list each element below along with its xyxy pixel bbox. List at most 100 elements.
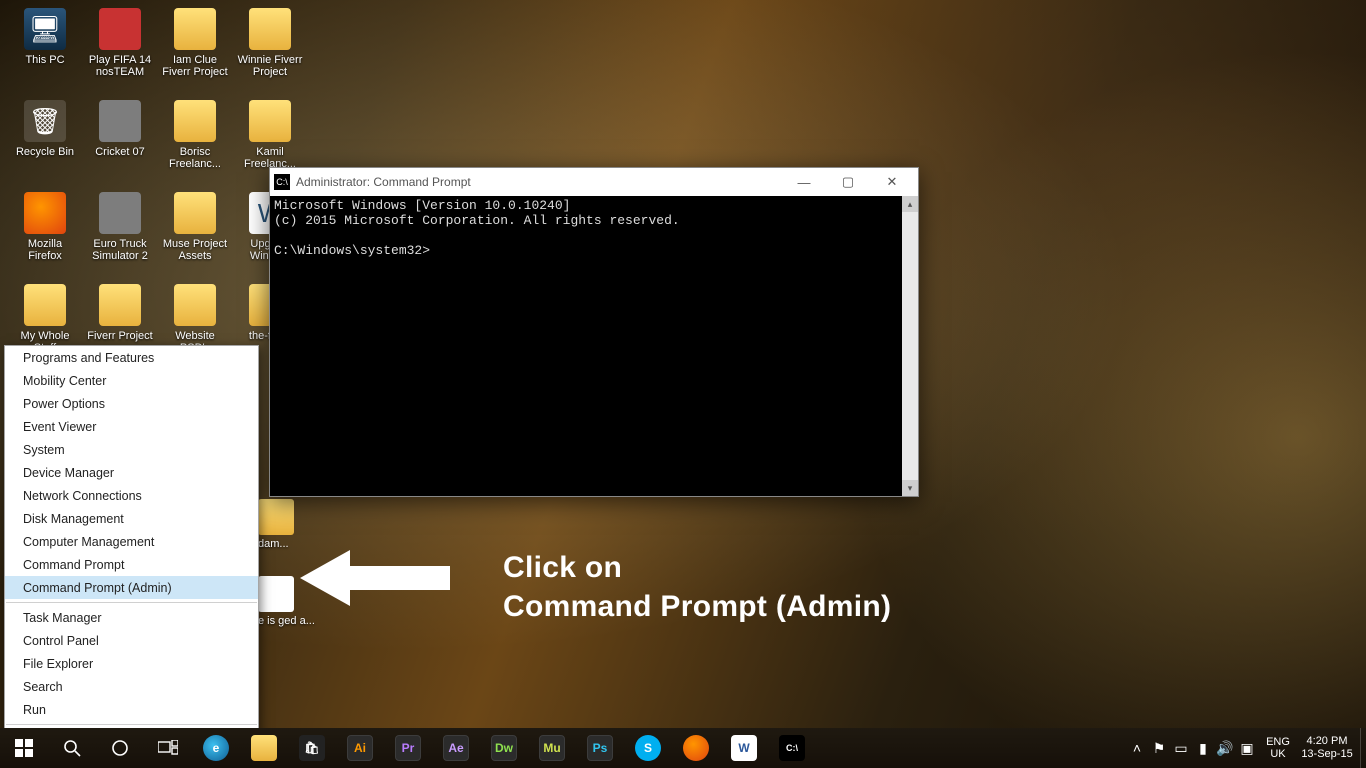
app-icon: Ai [347, 735, 373, 761]
taskbar-app[interactable]: Mu [528, 728, 576, 768]
tray-security-icon[interactable]: ⚑ [1148, 740, 1170, 757]
menu-separator [6, 724, 257, 725]
desktop-icon-label: Borisc Freelanc... [160, 146, 230, 170]
winx-item[interactable]: Event Viewer [5, 415, 258, 438]
tray-language[interactable]: ENGUK [1258, 736, 1298, 760]
maximize-button[interactable]: ▢ [826, 168, 870, 196]
desktop-icon[interactable]: e is ged a... [258, 576, 315, 627]
tray-volume-icon[interactable]: 🔊 [1214, 740, 1236, 757]
desktop-icon[interactable]: dam... [258, 499, 294, 550]
desktop-icon-glyph [174, 284, 216, 326]
taskbar[interactable]: e 🛍 Ai Pr Ae Dw Mu Ps S W C:\ ˄ ⚑ ▭ ▮ 🔊 ▣ ENG… [0, 728, 1366, 768]
tray-action-center-icon[interactable]: ▣ [1236, 740, 1258, 757]
scroll-down-icon[interactable]: ▾ [902, 480, 918, 496]
taskbar-word[interactable]: W [720, 728, 768, 768]
desktop-icon[interactable]: 🖥This PC [10, 8, 80, 66]
power-user-menu: Programs and FeaturesMobility CenterPowe… [4, 345, 259, 768]
desktop-icon[interactable]: Mozilla Firefox [10, 192, 80, 262]
close-button[interactable]: ✕ [870, 168, 914, 196]
desktop-icon[interactable]: Euro Truck Simulator 2 [85, 192, 155, 262]
taskbar-skype[interactable]: S [624, 728, 672, 768]
tray-battery-icon[interactable]: ▭ [1170, 740, 1192, 757]
desktop-icon-glyph [99, 100, 141, 142]
cmd-terminal[interactable]: Microsoft Windows [Version 10.0.10240] (… [270, 196, 918, 496]
app-icon: Ae [443, 735, 469, 761]
desktop-icon[interactable]: Cricket 07 [85, 100, 155, 158]
search-button[interactable] [48, 728, 96, 768]
desktop-icon[interactable]: Iam Clue Fiverr Project [160, 8, 230, 78]
winx-item[interactable]: Run [5, 698, 258, 721]
start-button[interactable] [0, 728, 48, 768]
tray-clock[interactable]: 4:20 PM13-Sep-15 [1298, 735, 1360, 760]
desktop-icon-label: e is ged a... [258, 615, 315, 627]
app-icon: Pr [395, 735, 421, 761]
minimize-button[interactable]: — [782, 168, 826, 196]
desktop-icon-glyph [99, 8, 141, 50]
desktop-icon-glyph: 🗑 [24, 100, 66, 142]
app-icon: Mu [539, 735, 565, 761]
desktop-icon-label: Euro Truck Simulator 2 [85, 238, 155, 262]
app-icon: Ps [587, 735, 613, 761]
taskbar-app[interactable]: Ae [432, 728, 480, 768]
taskbar-app[interactable]: Ps [576, 728, 624, 768]
winx-item[interactable]: Programs and Features [5, 346, 258, 369]
desktop-icon[interactable]: Kamil Freelanc... [235, 100, 305, 170]
desktop-icon[interactable]: 🗑 Recycle Bin [10, 100, 80, 158]
cmd-window[interactable]: C:\ Administrator: Command Prompt — ▢ ✕ … [269, 167, 919, 497]
desktop-icon-label: Winnie Fiverr Project [235, 54, 305, 78]
winx-item[interactable]: Mobility Center [5, 369, 258, 392]
desktop-icon-label: Iam Clue Fiverr Project [160, 54, 230, 78]
winx-item[interactable]: System [5, 438, 258, 461]
task-view-button[interactable] [144, 728, 192, 768]
winx-item[interactable]: Device Manager [5, 461, 258, 484]
menu-separator [6, 602, 257, 603]
desktop-icon-glyph [249, 8, 291, 50]
winx-item[interactable]: Network Connections [5, 484, 258, 507]
winx-item[interactable]: Computer Management [5, 530, 258, 553]
cortana-button[interactable] [96, 728, 144, 768]
winx-item[interactable]: File Explorer [5, 652, 258, 675]
taskbar-firefox[interactable] [672, 728, 720, 768]
desktop-icon[interactable]: Borisc Freelanc... [160, 100, 230, 170]
taskbar-app[interactable]: Pr [384, 728, 432, 768]
desktop-icon-glyph [174, 8, 216, 50]
cmd-titlebar[interactable]: C:\ Administrator: Command Prompt — ▢ ✕ [270, 168, 918, 196]
desktop-icon-label: This PC [10, 54, 80, 66]
desktop-icon-glyph [258, 499, 294, 535]
winx-item[interactable]: Disk Management [5, 507, 258, 530]
show-desktop-button[interactable] [1360, 728, 1366, 768]
desktop-icon[interactable]: Play FIFA 14 nosTEAM [85, 8, 155, 78]
system-tray[interactable]: ˄ ⚑ ▭ ▮ 🔊 ▣ ENGUK 4:20 PM13-Sep-15 [1126, 728, 1366, 768]
desktop-icon-label: Recycle Bin [10, 146, 80, 158]
tray-network-icon[interactable]: ▮ [1192, 740, 1214, 757]
taskbar-explorer[interactable] [240, 728, 288, 768]
desktop-icon-glyph [174, 192, 216, 234]
desktop-icon-glyph [24, 192, 66, 234]
desktop-icon-glyph [174, 100, 216, 142]
desktop-icon[interactable]: Fiverr Project [85, 284, 155, 342]
desktop-icon-label: dam... [258, 538, 294, 550]
taskbar-store[interactable]: 🛍 [288, 728, 336, 768]
desktop-icon[interactable]: My Whole Stuff [10, 284, 80, 354]
desktop-icon[interactable]: Website PSD's [160, 284, 230, 354]
winx-item[interactable]: Search [5, 675, 258, 698]
desktop[interactable]: 🖥This PCPlay FIFA 14 nosTEAMIam Clue Fiv… [0, 0, 1366, 728]
desktop-icon-glyph [258, 576, 294, 612]
winx-item[interactable]: Command Prompt [5, 553, 258, 576]
desktop-icon[interactable]: Muse Project Assets [160, 192, 230, 262]
desktop-icon[interactable]: Winnie Fiverr Project [235, 8, 305, 78]
winx-item[interactable]: Control Panel [5, 629, 258, 652]
taskbar-cmd[interactable]: C:\ [768, 728, 816, 768]
desktop-icon-label: Mozilla Firefox [10, 238, 80, 262]
cmd-scrollbar[interactable]: ▴ ▾ [902, 196, 918, 496]
scroll-up-icon[interactable]: ▴ [902, 196, 918, 212]
winx-item[interactable]: Power Options [5, 392, 258, 415]
cmd-icon: C:\ [274, 174, 290, 190]
desktop-icon-glyph [249, 100, 291, 142]
tray-overflow-icon[interactable]: ˄ [1126, 740, 1148, 756]
taskbar-app[interactable]: Dw [480, 728, 528, 768]
taskbar-edge[interactable]: e [192, 728, 240, 768]
winx-item[interactable]: Task Manager [5, 606, 258, 629]
winx-item[interactable]: Command Prompt (Admin) [5, 576, 258, 599]
taskbar-app[interactable]: Ai [336, 728, 384, 768]
